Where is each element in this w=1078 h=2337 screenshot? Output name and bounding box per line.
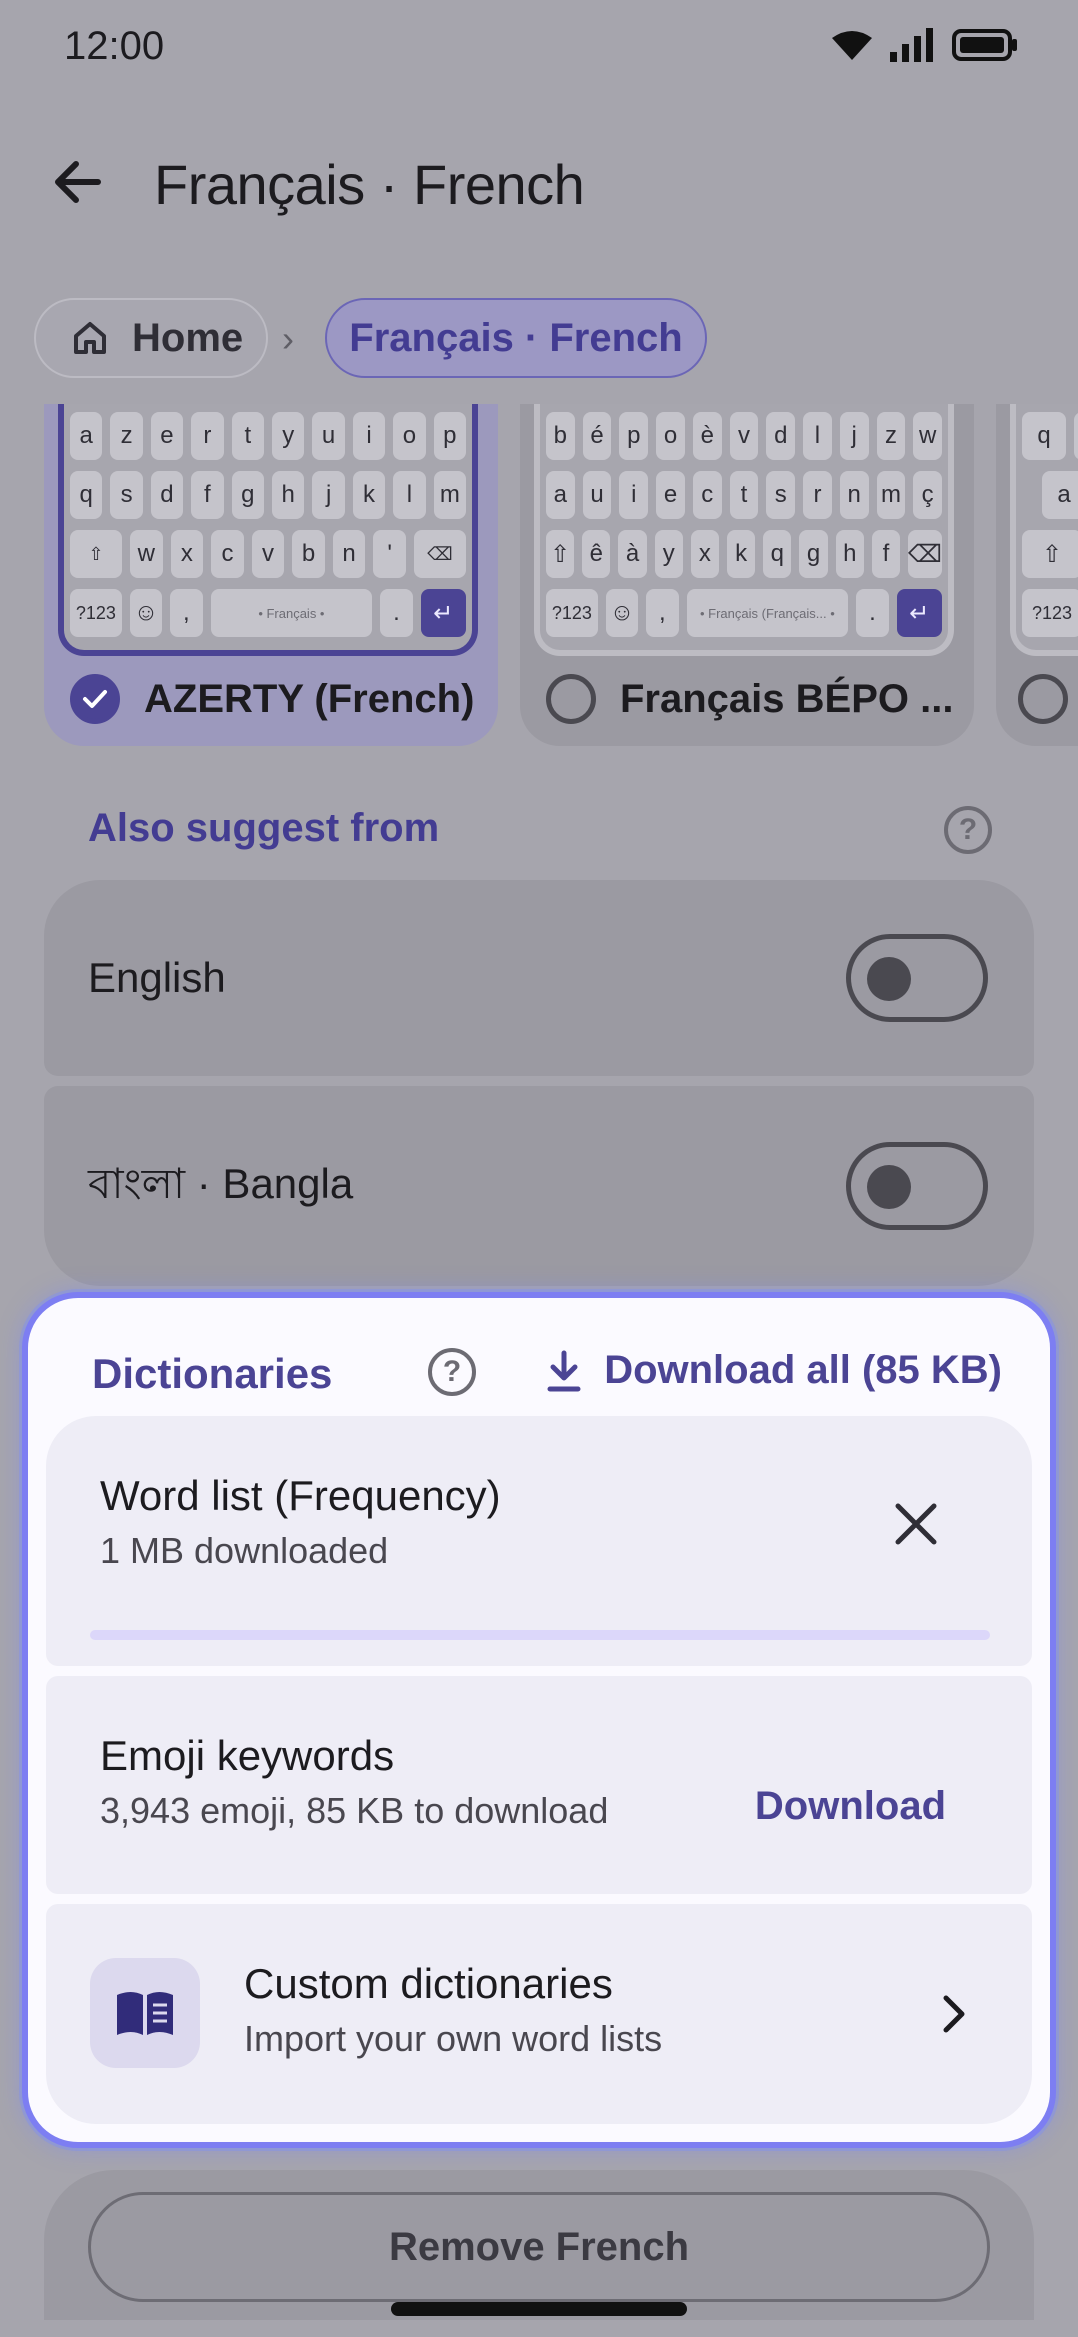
breadcrumb-current[interactable]: Français · French	[325, 298, 707, 378]
dictionaries-panel: Dictionaries ? Download all (85 KB) Word…	[22, 1292, 1056, 2148]
download-icon	[547, 1350, 581, 1391]
keyboard-preview: azertyuiop qsdfghjklm ⇧ w x c v b n ' ⌫ ?123 ☺, • …	[58, 404, 478, 656]
remove-french-button[interactable]: Remove French	[88, 2192, 990, 2302]
suggest-row-bangla[interactable]: বাংলা · Bangla	[44, 1086, 1034, 1286]
breadcrumb-home-label: Home	[132, 315, 244, 360]
emoji-keywords-item[interactable]: Emoji keywords 3,943 emoji, 85 KB to dow…	[46, 1676, 1032, 1894]
signal-icon	[890, 28, 933, 62]
layout-card-azerty[interactable]: azertyuiop qsdfghjklm ⇧ w x c v b n ' ⌫ ?123 ☺, • …	[44, 404, 498, 746]
battery-icon	[952, 29, 1017, 61]
layout-name: Français BÉPO ...	[620, 676, 954, 721]
book-icon	[90, 1958, 200, 2068]
download-all-label: Download all (85 KB)	[604, 1348, 1002, 1392]
emoji-keywords-title: Emoji keywords	[100, 1732, 395, 1779]
home-icon	[74, 322, 106, 354]
remove-section: Remove French	[44, 2170, 1034, 2320]
status-time: 12:00	[64, 24, 165, 68]
word-list-subtitle: 1 MB downloaded	[100, 1530, 389, 1571]
chevron-right-icon	[943, 1995, 965, 2033]
custom-dictionaries-subtitle: Import your own word lists	[244, 2018, 663, 2059]
download-button[interactable]: Download	[755, 1784, 946, 1829]
suggest-row-label: English	[88, 954, 226, 1001]
help-icon[interactable]: ?	[428, 1348, 476, 1396]
download-all-button[interactable]: Download all (85 KB)	[544, 1348, 1002, 1393]
dictionaries-title: Dictionaries	[92, 1350, 333, 1397]
home-indicator[interactable]	[391, 2302, 687, 2316]
keyboard-preview: bépoèvdljzw auiectsrnmç ⇧ ê à y x k q g h f ⌫ ?123…	[534, 404, 954, 656]
breadcrumb-home[interactable]: Home	[34, 298, 268, 378]
bangla-toggle[interactable]	[846, 1142, 988, 1230]
layout-name: AZERTY (French)	[144, 676, 475, 721]
help-icon[interactable]: ?	[944, 806, 992, 854]
layout-card-partial[interactable]: qw a ⇧ ?123	[996, 404, 1078, 746]
english-toggle[interactable]	[846, 934, 988, 1022]
layout-card-bepo[interactable]: bépoèvdljzw auiectsrnmç ⇧ ê à y x k q g h f ⌫ ?123…	[520, 404, 974, 746]
emoji-keywords-subtitle: 3,943 emoji, 85 KB to download	[100, 1790, 609, 1831]
radio-unchecked-icon[interactable]	[1018, 674, 1068, 724]
download-progress-bar	[90, 1630, 990, 1640]
also-suggest-label: Also suggest from	[88, 806, 440, 850]
back-arrow-icon[interactable]	[46, 150, 110, 214]
chevron-right-icon: ›	[282, 318, 294, 359]
keyboard-preview: qw a ⇧ ?123	[1010, 404, 1078, 656]
suggest-row-english[interactable]: English	[44, 880, 1034, 1076]
status-icons	[832, 28, 1018, 62]
suggest-row-label: বাংলা · Bangla	[88, 1159, 354, 1207]
close-icon[interactable]	[894, 1502, 938, 1546]
custom-dictionaries-item[interactable]: Custom dictionaries Import your own word…	[46, 1904, 1032, 2124]
wifi-icon	[832, 31, 872, 60]
radio-checked-icon[interactable]	[70, 674, 120, 724]
page-title: Français · French	[154, 153, 585, 216]
word-list-title: Word list (Frequency)	[100, 1472, 501, 1519]
custom-dictionaries-title: Custom dictionaries	[244, 1960, 613, 2007]
radio-unchecked-icon[interactable]	[546, 674, 596, 724]
word-list-item[interactable]: Word list (Frequency) 1 MB downloaded	[46, 1416, 1032, 1666]
